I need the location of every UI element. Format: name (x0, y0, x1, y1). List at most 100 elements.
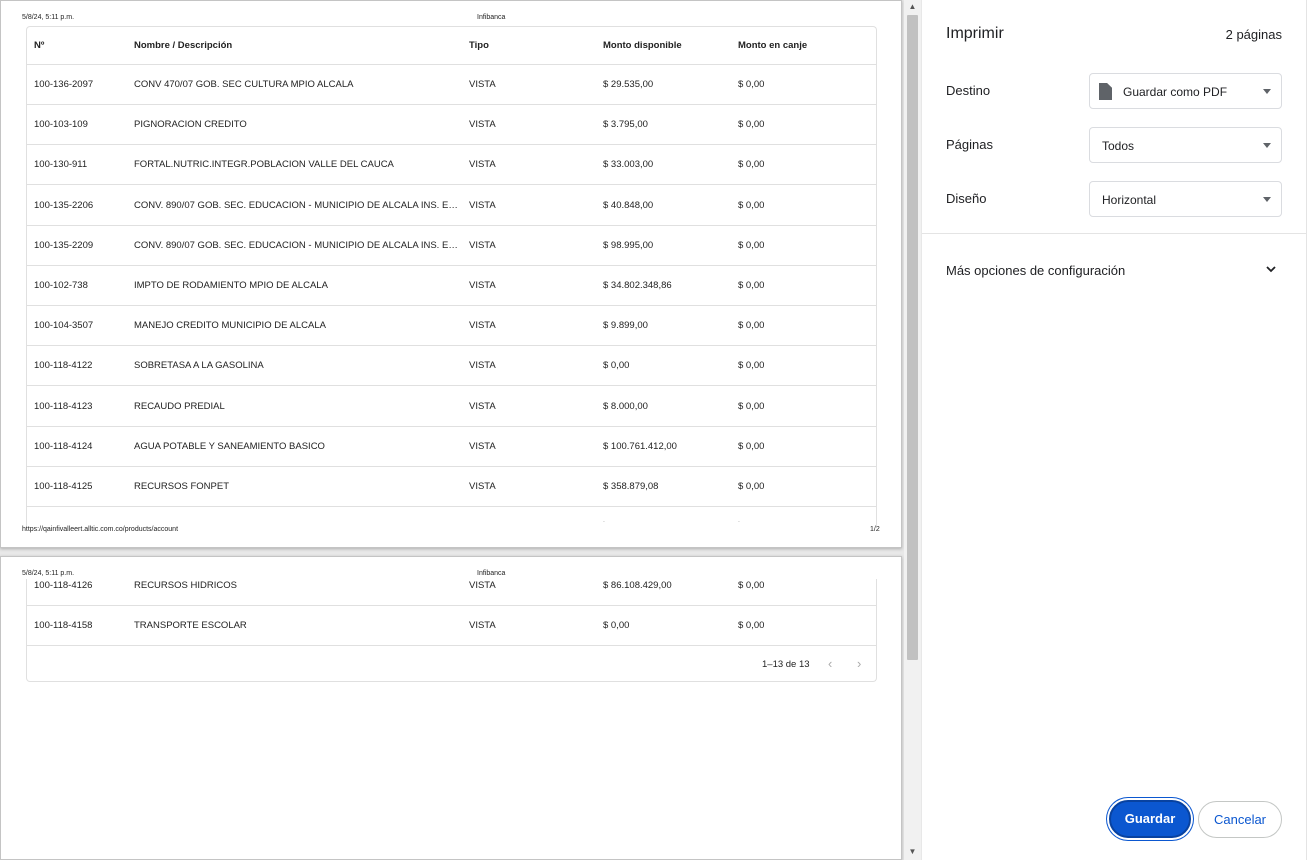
table-row[interactable]: 100-135-2206 CONV. 890/07 GOB. SEC. EDUCA… (27, 186, 876, 226)
layout-value: Horizontal (1102, 193, 1157, 207)
cell-numero: 100-135-2209 (34, 239, 94, 251)
chevron-left-icon[interactable]: ‹ (828, 656, 832, 671)
cell-canje: $ 0,00 (738, 360, 765, 372)
cell-tipo: VISTA (469, 320, 496, 332)
cell-disponible: $ 100.761.412,00 (603, 440, 677, 452)
cell-disponible: $ 0,00 (603, 620, 630, 632)
page-header-site: Infibanca (477, 14, 506, 21)
table-header: Nº Nombre / Descripción Tipo Monto dispo… (27, 27, 876, 65)
cell-numero: 100-118-4125 (34, 481, 93, 492)
header-tipo: Tipo (469, 40, 489, 51)
section-divider (922, 233, 1306, 234)
table-row[interactable]: 100-118-4122 SOBRETASA A LA GASOLINA VISTA… (27, 346, 876, 387)
cell-nombre: CONV. 890/07 GOB. SEC. EDUCACION - MUNIC… (134, 239, 459, 251)
destination-value: Guardar como PDF (1123, 85, 1228, 99)
cell-tipo: VISTA (469, 440, 496, 452)
pages-select[interactable]: Todos (1089, 127, 1282, 163)
cell-disponible: $ 9.899,00 (603, 320, 648, 332)
pages-value: Todos (1102, 139, 1135, 153)
cell-disponible: $ 0,00 (603, 360, 630, 372)
cell-canje: $ 0,00 (738, 481, 765, 492)
cell-numero: 100-118-4126 (34, 580, 93, 591)
cell-nombre: MANEJO CREDITO MUNICIPIO DE ALCALA (134, 320, 326, 332)
cell-tipo: VISTA (469, 481, 496, 492)
cell-nombre: IMPTO DE RODAMIENTO MPIO DE ALCALA (134, 280, 328, 291)
cell-disponible: $ 8.000,00 (603, 400, 648, 412)
scroll-down-arrow-icon[interactable]: ▼ (904, 844, 921, 860)
cell-disponible: $ 33.003,00 (603, 159, 654, 171)
print-settings-panel: Imprimir 2 páginas Destino Guardar como … (922, 0, 1311, 860)
print-preview-area: 5/8/24, 5:11 p.m. Infibanca Nº Nombre / … (0, 0, 922, 860)
cell-tipo: VISTA (469, 199, 496, 211)
panel-edge-divider (1306, 0, 1307, 860)
cell-nombre: CONV 470/07 GOB. SEC CULTURA MPIO ALCALA (134, 79, 354, 90)
cancel-button[interactable]: Cancelar (1198, 801, 1282, 838)
cell-disponible: $ 3.795,00 (603, 119, 648, 131)
preview-page-2: 5/8/24, 5:11 p.m. Infibanca 100-118-4126… (0, 556, 902, 860)
cell-canje: $ 0,00 (738, 119, 765, 131)
preview-scrollbar[interactable]: ▲ ▼ (904, 0, 921, 860)
cell-nombre: RECURSOS FONPET (134, 481, 230, 492)
table-row[interactable]: 100-118-4124 AGUA POTABLE Y SANEAMIENTO B… (27, 427, 876, 467)
table-row[interactable]: 100-130-911 FORTAL.NUTRIC.INTEGR.POBLACIO… (27, 145, 876, 186)
cell-canje: $ 0,00 (738, 400, 765, 412)
table-row[interactable]: 100-135-2209 CONV. 890/07 GOB. SEC. EDUCA… (27, 226, 876, 266)
page-footer-number: 1/2 (870, 526, 880, 533)
caret-down-icon (1263, 197, 1271, 202)
cell-canje: $ 0,00 (738, 440, 765, 452)
page-count: 2 páginas (1225, 27, 1282, 42)
cell-disponible: $ 98.995,00 (603, 239, 654, 251)
cell-disponible: $ 86.108.429,00 (603, 580, 672, 591)
cell-tipo: VISTA (469, 79, 496, 90)
cell-canje: $ 0,00 (738, 620, 765, 632)
preview-page-1: 5/8/24, 5:11 p.m. Infibanca Nº Nombre / … (0, 0, 902, 548)
cell-canje: $ 0,00 (738, 280, 765, 291)
page-header-date: 5/8/24, 5:11 p.m. (22, 14, 75, 21)
pagination-range: 1–13 de 13 (762, 659, 810, 670)
cell-nombre: PIGNORACION CREDITO (134, 119, 247, 131)
table-row[interactable]: 100-118-4123 RECAUDO PREDIAL VISTA $ 8.000,… (27, 387, 876, 427)
cell-nombre: RECAUDO PREDIAL (134, 400, 225, 412)
cut-row-fragment: ˙ (738, 520, 741, 526)
table-row[interactable]: 100-118-4125 RECURSOS FONPET VISTA $ 358.87… (27, 467, 876, 507)
cell-nombre: TRANSPORTE ESCOLAR (134, 620, 247, 632)
cell-numero: 100-104-3507 (34, 320, 94, 332)
cell-disponible: $ 358.879,08 (603, 481, 659, 492)
cell-tipo: VISTA (469, 280, 496, 291)
cell-canje: $ 0,00 (738, 199, 765, 211)
cell-tipo: VISTA (469, 239, 496, 251)
accounts-table: Nº Nombre / Descripción Tipo Monto dispo… (26, 26, 877, 526)
cell-numero: 100-102-738 (34, 280, 88, 291)
cell-tipo: VISTA (469, 580, 496, 591)
header-nombre: Nombre / Descripción (134, 40, 233, 51)
table-row[interactable]: 100-118-4158 TRANSPORTE ESCOLAR VISTA $ 0,0… (27, 606, 876, 647)
cell-nombre: FORTAL.NUTRIC.INTEGR.POBLACION VALLE DEL… (134, 159, 394, 171)
table-row[interactable]: 100-118-4126 RECURSOS HIDRICOS VISTA $ 86.1… (27, 566, 876, 606)
more-options-toggle[interactable]: Más opciones de configuración (946, 263, 1125, 278)
pages-label: Páginas (946, 137, 993, 152)
caret-down-icon (1263, 89, 1271, 94)
layout-select[interactable]: Horizontal (1089, 181, 1282, 217)
table-row[interactable]: 100-103-109 PIGNORACION CREDITO VISTA $ 3.7… (27, 105, 876, 146)
page-footer-url: https://qainfivalleert.alltic.com.co/pro… (22, 526, 179, 533)
chevron-right-icon[interactable]: › (857, 656, 861, 671)
cell-canje: $ 0,00 (738, 580, 765, 591)
panel-title: Imprimir (946, 25, 1004, 42)
table-row[interactable]: 100-104-3507 MANEJO CREDITO MUNICIPIO DE … (27, 306, 876, 347)
cell-numero: 100-130-911 (34, 159, 88, 171)
chevron-down-icon[interactable] (1264, 262, 1278, 276)
table-row[interactable]: 100-102-738 IMPTO DE RODAMIENTO MPIO DE A… (27, 266, 876, 306)
table-row[interactable]: 100-136-2097 CONV 470/07 GOB. SEC CULTURA… (27, 65, 876, 105)
layout-label: Diseño (946, 191, 987, 206)
cell-disponible: $ 29.535,00 (603, 79, 654, 90)
cell-canje: $ 0,00 (738, 159, 765, 171)
header-numero: Nº (34, 40, 45, 51)
scroll-up-arrow-icon[interactable]: ▲ (904, 0, 921, 14)
save-button[interactable]: Guardar (1109, 800, 1191, 838)
accounts-table-continued: 100-118-4126 RECURSOS HIDRICOS VISTA $ 86.1… (26, 579, 877, 682)
destination-select[interactable]: Guardar como PDF (1089, 73, 1282, 109)
cell-canje: $ 0,00 (738, 239, 765, 251)
cell-numero: 100-118-4123 (34, 400, 93, 412)
scrollbar-thumb[interactable] (907, 15, 918, 660)
caret-down-icon (1263, 143, 1271, 148)
